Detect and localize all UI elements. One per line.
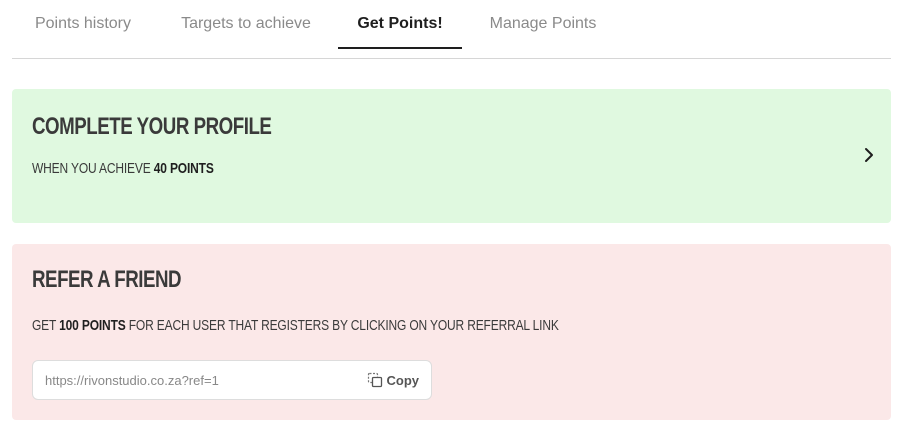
refer-subtitle-suffix: FOR EACH USER THAT REGISTERS BY CLICKING…: [125, 317, 559, 334]
refer-points: 100 POINTS: [59, 317, 126, 334]
tab-points-history[interactable]: Points history: [32, 0, 134, 47]
complete-profile-title: COMPLETE YOUR PROFILE: [32, 113, 272, 140]
refer-subtitle-prefix: GET: [32, 317, 60, 334]
tab-manage-points[interactable]: Manage Points: [486, 0, 600, 47]
refer-a-friend-card: REFER A FRIEND GET 100 POINTS FOR EACH U…: [12, 244, 891, 420]
complete-profile-subtitle: WHEN YOU ACHIEVE 40 POINTS: [32, 160, 214, 177]
copy-label: Copy: [386, 372, 420, 388]
referral-link-input[interactable]: [45, 361, 345, 399]
complete-profile-points: 40 POINTS: [153, 160, 214, 177]
copy-button[interactable]: Copy: [367, 361, 420, 399]
refer-a-friend-title: REFER A FRIEND: [32, 266, 182, 293]
complete-profile-subtitle-prefix: WHEN YOU ACHIEVE: [32, 160, 154, 177]
copy-icon: [367, 372, 382, 388]
refer-a-friend-subtitle: GET 100 POINTS FOR EACH USER THAT REGIST…: [32, 317, 559, 334]
chevron-right-icon[interactable]: [861, 147, 877, 163]
tab-bar: Points history Targets to achieve Get Po…: [12, 0, 891, 59]
referral-link-box: Copy: [32, 360, 432, 400]
complete-profile-card[interactable]: COMPLETE YOUR PROFILE WHEN YOU ACHIEVE 4…: [12, 89, 891, 223]
tab-targets-to-achieve[interactable]: Targets to achieve: [178, 0, 314, 47]
tab-get-points[interactable]: Get Points!: [338, 0, 462, 49]
